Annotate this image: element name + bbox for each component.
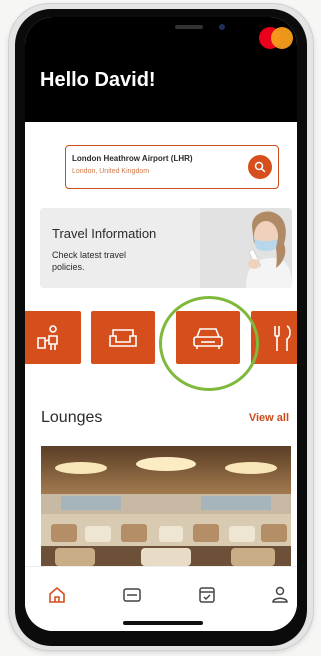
travel-info-title: Travel Information [52, 226, 157, 241]
travel-information-card[interactable]: Travel Information Check latest travel p… [40, 208, 292, 288]
card-icon [123, 588, 141, 602]
logo-orange-circle [271, 27, 293, 49]
nav-profile[interactable] [268, 583, 292, 607]
nav-cards[interactable] [120, 583, 144, 607]
stage: Hello David! London Heathrow Airport (LH… [0, 0, 321, 656]
app-screen: Hello David! London Heathrow Airport (LH… [25, 17, 297, 631]
nav-bookings[interactable] [195, 583, 219, 607]
dining-icon [274, 324, 291, 351]
home-indicator [123, 621, 203, 625]
lounge-sofa-icon [109, 328, 137, 347]
location-title: London Heathrow Airport (LHR) [72, 154, 193, 163]
lounge-photo[interactable] [41, 446, 291, 566]
speaker [175, 25, 203, 29]
calendar-check-icon [199, 587, 215, 603]
concierge-icon [37, 324, 58, 350]
profile-icon [272, 586, 288, 603]
lounges-title: Lounges [41, 409, 103, 426]
search-icon [254, 161, 266, 173]
lounge-button[interactable] [91, 311, 155, 364]
camera [219, 24, 225, 30]
home-icon [49, 586, 65, 603]
view-all-link[interactable]: View all [249, 412, 289, 424]
woman-with-mask-photo [200, 208, 292, 288]
concierge-button[interactable] [25, 311, 81, 364]
car-highlight-ring [159, 296, 259, 391]
header-bar: Hello David! [25, 17, 297, 122]
notch [111, 17, 215, 41]
greeting-title: Hello David! [40, 69, 156, 91]
mastercard-logo [259, 27, 293, 49]
nav-home[interactable] [45, 583, 69, 607]
travel-info-subtitle: Check latest travel policies. [52, 250, 127, 272]
location-search[interactable]: London Heathrow Airport (LHR) London, Un… [65, 145, 279, 189]
search-button[interactable] [248, 155, 272, 179]
location-subtitle: London, United Kingdom [72, 168, 150, 175]
